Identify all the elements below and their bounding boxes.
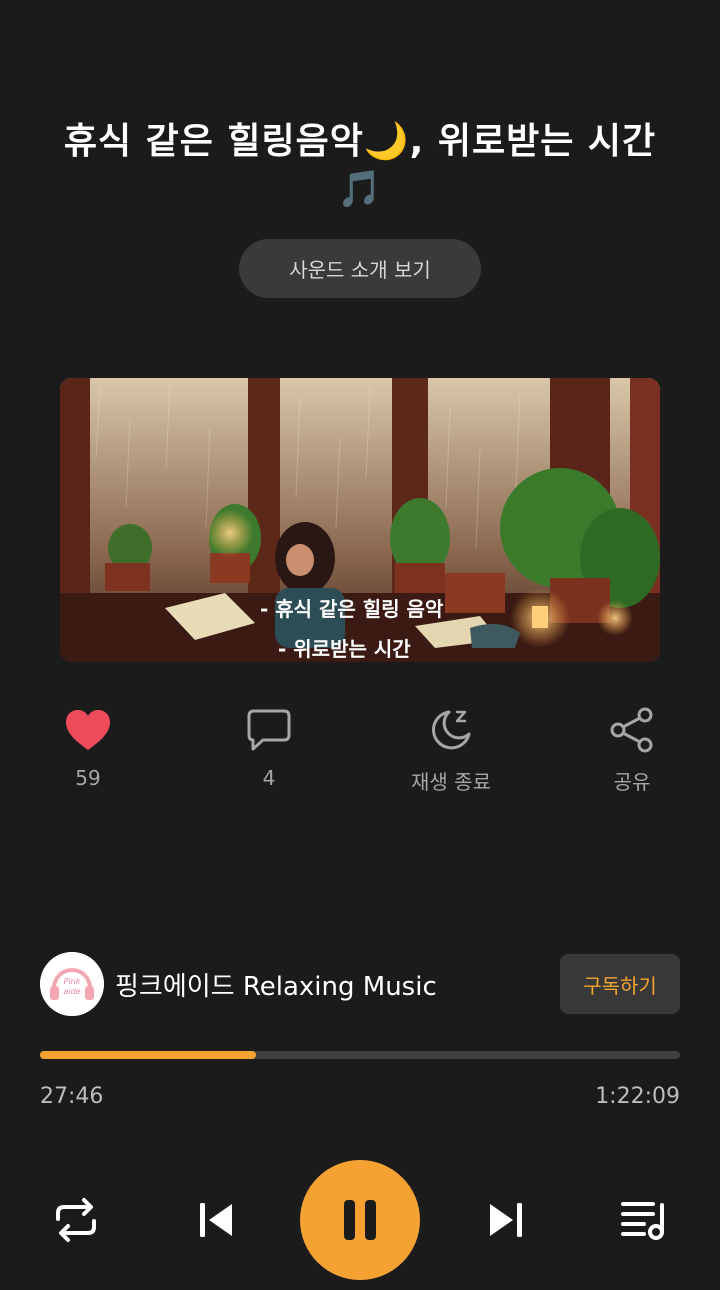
repeat-button[interactable] [50,1190,102,1250]
channel-row: Pink aide 핑크에이드 Relaxing Music 구독하기 [40,952,680,1016]
comment-count: 4 [262,766,276,790]
cover-caption-2: - 위로받는 시간 [278,637,411,661]
cover-caption-1: - 휴식 같은 힐링 음악 [260,597,444,621]
share-icon [552,700,712,760]
svg-text:aide: aide [63,987,80,996]
moon-zz-icon [371,700,531,760]
song-title: 휴식 같은 힐링음악🌙, 위로받는 시간🎵 [63,121,657,210]
next-icon [490,1203,522,1237]
share-button[interactable]: 공유 [552,700,712,795]
playback-controls [0,1160,720,1280]
like-button[interactable]: 59 [8,700,168,790]
svg-text:Pink: Pink [64,977,81,986]
playlist-button[interactable] [618,1195,670,1245]
like-count: 59 [75,766,101,790]
previous-icon [200,1203,232,1237]
progress-bar[interactable] [40,1051,680,1059]
cover-art: - 휴식 같은 힐링 음악 - 위로받는 시간 [60,378,660,662]
sleep-timer-button[interactable]: 재생 종료 [371,700,531,795]
channel-name[interactable]: 핑크에이드 Relaxing Music [115,966,437,1003]
share-label: 공유 [613,770,651,794]
pause-icon [344,1200,376,1240]
sound-intro-button[interactable]: 사운드 소개 보기 [239,239,481,298]
avatar[interactable]: Pink aide [40,952,104,1016]
next-button[interactable] [482,1195,530,1245]
chat-bubble-icon [189,700,349,760]
comment-button[interactable]: 4 [189,700,349,790]
subscribe-button[interactable]: 구독하기 [560,954,680,1014]
previous-button[interactable] [192,1195,240,1245]
progress-fill [40,1051,257,1059]
total-duration: 1:22:09 [595,1084,680,1109]
pause-button[interactable] [300,1160,420,1280]
heart-icon [8,700,168,760]
repeat-icon [56,1198,96,1242]
playlist-icon [621,1202,664,1240]
sleep-timer-label: 재생 종료 [411,770,491,794]
action-bar: 59 4 재생 종료 공유 [0,700,720,810]
elapsed-time: 27:46 [40,1084,104,1109]
